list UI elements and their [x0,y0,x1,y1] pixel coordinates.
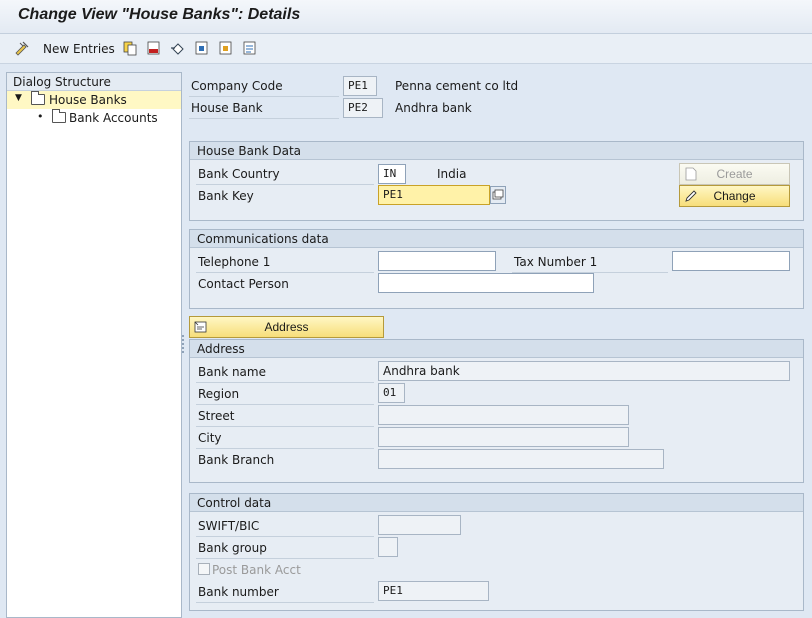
deselect-icon[interactable] [218,40,234,56]
bank-key-input[interactable]: PE1 [378,185,490,205]
tax-number-input[interactable] [672,251,790,271]
bullet-icon: • [37,110,44,123]
window-title: Change View "House Banks": Details [18,6,301,23]
group-title: Communications data [190,230,803,248]
post-bank-acct-checkbox [198,563,210,575]
tree-item-label: House Banks [49,93,127,107]
address-button-label: Address [264,320,309,334]
address-icon [194,321,207,333]
application-toolbar: New Entries [0,34,812,64]
divider [196,404,374,405]
divider [196,272,374,273]
bank-country-text: India [437,167,467,181]
tree-item-house-banks[interactable]: ▼ House Banks [7,91,181,109]
divider [196,602,374,603]
region-label: Region [198,387,240,401]
bank-group-label: Bank group [198,541,267,555]
bank-branch-label: Bank Branch [198,453,275,467]
control-data-group: Control data [189,493,804,611]
undo-icon[interactable] [170,40,186,56]
divider [196,426,374,427]
document-icon [685,167,697,181]
post-bank-acct-label: Post Bank Acct [212,563,301,577]
divider [196,382,374,383]
splitter-handle[interactable] [182,335,184,353]
edit-icon[interactable] [14,40,30,56]
group-title: House Bank Data [190,142,803,160]
bank-name-label: Bank name [198,365,266,379]
bank-name-field: Andhra bank [378,361,790,381]
company-code-field: PE1 [343,76,377,96]
bank-key-label: Bank Key [198,189,254,203]
company-code-label: Company Code [191,79,283,93]
change-button[interactable]: Change [679,185,790,207]
dialog-structure-panel: Dialog Structure ▼ House Banks • Bank Ac… [6,72,182,618]
address-button[interactable]: Address [189,316,384,338]
divider [196,448,374,449]
swift-field [378,515,461,535]
bank-country-input[interactable]: IN [378,164,406,184]
bank-branch-field [378,449,664,469]
city-label: City [198,431,222,445]
street-label: Street [198,409,235,423]
delete-icon[interactable] [146,40,162,56]
folder-open-icon [31,91,45,105]
group-title: Address [190,340,803,358]
tree-item-label: Bank Accounts [69,111,158,125]
title-bar: Change View "House Banks": Details [0,0,812,34]
details-icon[interactable] [242,40,258,56]
swift-label: SWIFT/BIC [198,519,260,533]
house-bank-field: PE2 [343,98,383,118]
bank-number-field: PE1 [378,581,489,601]
contact-person-input[interactable] [378,273,594,293]
region-field: 01 [378,383,405,403]
pencil-icon [685,190,697,202]
divider [189,118,339,119]
expand-arrow-icon[interactable]: ▼ [15,93,22,103]
tax-number-label: Tax Number 1 [514,255,598,269]
copy-icon[interactable] [122,40,138,56]
contact-person-label: Contact Person [198,277,289,291]
bank-country-label: Bank Country [198,167,280,181]
folder-icon [52,109,66,123]
telephone-input[interactable] [378,251,496,271]
new-entries-button[interactable]: New Entries [43,42,115,56]
group-title: Control data [190,494,803,512]
divider [189,96,339,97]
value-help-icon[interactable] [490,186,506,204]
create-button[interactable]: Create [679,163,790,185]
company-name-text: Penna cement co ltd [395,79,519,93]
change-button-label: Change [713,189,756,203]
bank-number-label: Bank number [198,585,279,599]
house-bank-label: House Bank [191,101,263,115]
create-button-label: Create [716,167,753,181]
divider [196,536,374,537]
telephone-label: Telephone 1 [198,255,271,269]
divider [196,558,374,559]
select-all-icon[interactable] [194,40,210,56]
dialog-structure-title: Dialog Structure [7,73,181,91]
divider [196,184,374,185]
bank-group-field [378,537,398,557]
street-field [378,405,629,425]
city-field [378,427,629,447]
tree-item-bank-accounts[interactable]: • Bank Accounts [7,109,181,127]
house-bank-name-text: Andhra bank [395,101,472,115]
